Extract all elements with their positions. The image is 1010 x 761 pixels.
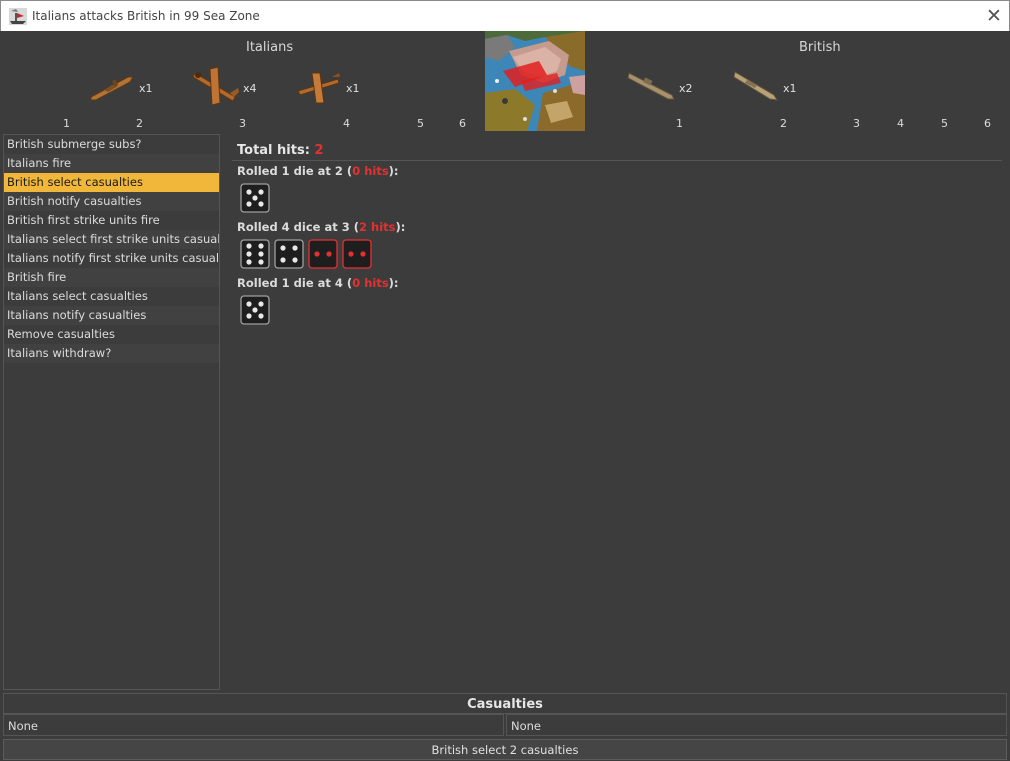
select-casualties-button[interactable]: British select 2 casualties — [3, 739, 1007, 760]
die — [240, 239, 270, 269]
die — [240, 295, 270, 325]
casualties-title: Casualties — [3, 693, 1007, 714]
battle-app-icon — [9, 8, 27, 25]
roll-hits: 2 hits — [359, 220, 396, 234]
window-title: Italians attacks British in 99 Sea Zone — [32, 9, 260, 23]
roll-line: Rolled 1 die at 2 (0 hits): — [237, 164, 399, 178]
step-item[interactable]: Italians notify first strike units casua… — [4, 249, 219, 268]
roll-text-end: ): — [388, 164, 399, 178]
battle-map-thumbnail — [485, 31, 585, 131]
attacker-die-column-3: 3 — [239, 117, 246, 130]
attacker-die-column-6: 6 — [459, 117, 466, 130]
roll-text: Rolled 1 die at 4 ( — [237, 276, 353, 290]
step-item[interactable]: British notify casualties — [4, 192, 219, 211]
attacker-die-column-5: 5 — [417, 117, 424, 130]
destroyer-icon — [733, 71, 778, 101]
die-hit — [342, 239, 372, 269]
unit-count: x1 — [783, 82, 797, 95]
step-item[interactable]: Italians fire — [4, 154, 219, 173]
unit-count: x1 — [346, 82, 360, 95]
roll-line: Rolled 1 die at 4 (0 hits): — [237, 276, 399, 290]
defender-casualties: None — [506, 714, 1007, 736]
total-hits-label: Total hits: — [237, 143, 315, 158]
close-icon[interactable]: ✕ — [981, 3, 1007, 29]
roll-text-end: ): — [388, 276, 399, 290]
attacker-name: Italians — [246, 40, 294, 55]
cruiser-icon — [90, 76, 134, 101]
step-item[interactable]: Italians withdraw? — [4, 344, 219, 363]
attacker-die-column-4: 4 — [343, 117, 350, 130]
roll-hits: 0 hits — [352, 164, 389, 178]
step-item[interactable]: British fire — [4, 268, 219, 287]
title-bar: Italians attacks British in 99 Sea Zone … — [0, 0, 1010, 31]
dice-results-panel: Total hits: 2 Rolled 1 die at 2 (0 hits)… — [222, 134, 1008, 690]
total-hits-value: 2 — [314, 143, 324, 158]
attacker-die-column-2: 2 — [136, 117, 143, 130]
attacker-die-column-1: 1 — [63, 117, 70, 130]
defender-die-column-1: 1 — [676, 117, 683, 130]
defender-die-column-3: 3 — [853, 117, 860, 130]
step-item[interactable]: Italians select first strike units casua… — [4, 230, 219, 249]
defender-die-column-2: 2 — [780, 117, 787, 130]
unit-count: x1 — [139, 82, 153, 95]
defender-die-column-4: 4 — [897, 117, 904, 130]
roll-text: Rolled 1 die at 2 ( — [237, 164, 353, 178]
step-item-selected[interactable]: British select casualties — [4, 173, 219, 192]
battle-steps-list: British submerge subs? Italians fire Bri… — [3, 134, 220, 690]
step-item[interactable]: British first strike units fire — [4, 211, 219, 230]
defender-die-column-5: 5 — [941, 117, 948, 130]
die-hit — [308, 239, 338, 269]
roll-hits: 0 hits — [352, 276, 389, 290]
step-item[interactable]: Italians notify casualties — [4, 306, 219, 325]
unit-count: x2 — [679, 82, 693, 95]
tactical-bomber-icon — [297, 72, 340, 104]
defender-die-column-6: 6 — [984, 117, 991, 130]
divider — [232, 160, 1002, 161]
die — [240, 183, 270, 213]
step-item[interactable]: British submerge subs? — [4, 135, 219, 154]
defender-name: British — [799, 40, 841, 55]
fighter-plane-icon — [192, 66, 239, 106]
step-item[interactable]: Italians select casualties — [4, 287, 219, 306]
total-hits: Total hits: 2 — [237, 143, 323, 158]
attacker-casualties: None — [3, 714, 504, 736]
roll-text-end: ): — [395, 220, 406, 234]
roll-text: Rolled 4 dice at 3 ( — [237, 220, 359, 234]
step-item[interactable]: Remove casualties — [4, 325, 219, 344]
submarine-icon — [627, 72, 675, 100]
roll-line: Rolled 4 dice at 3 (2 hits): — [237, 220, 405, 234]
unit-count: x4 — [243, 82, 257, 95]
die — [274, 239, 304, 269]
